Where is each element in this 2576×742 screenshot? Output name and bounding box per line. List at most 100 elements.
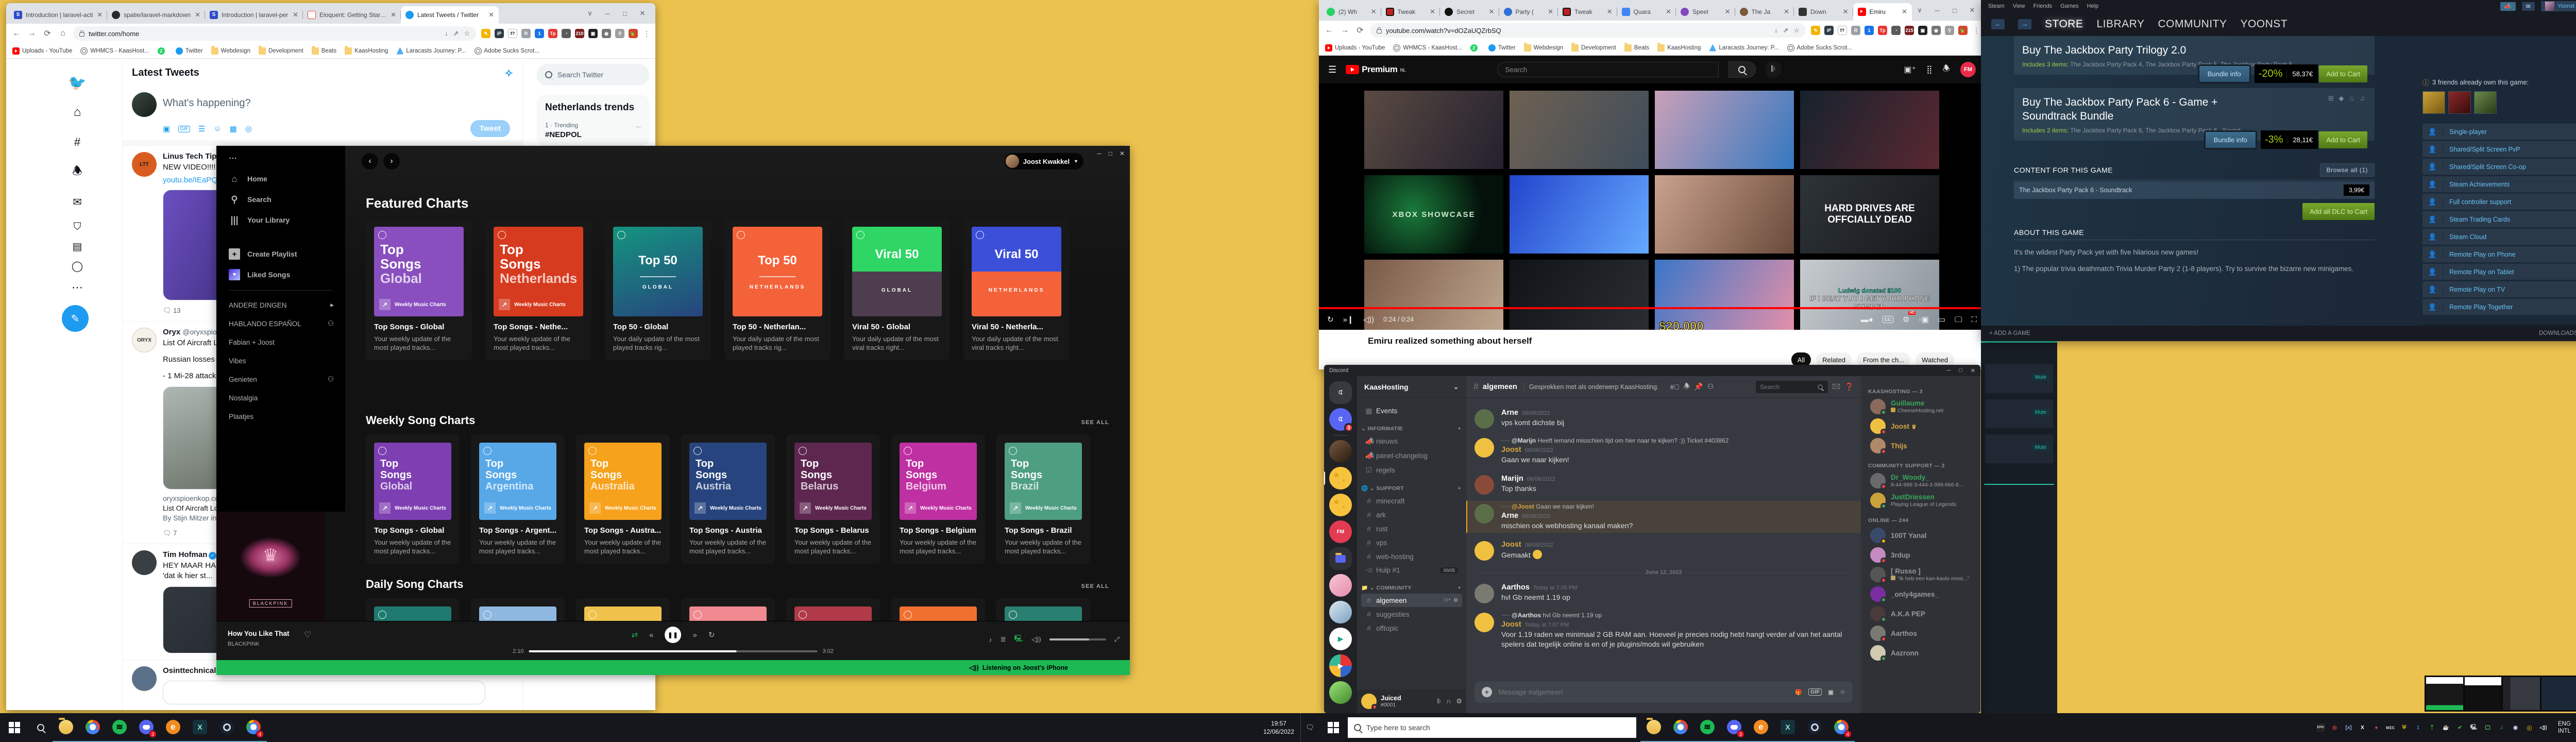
extension-icon[interactable]: ⚲ xyxy=(1945,26,1954,35)
messages-icon[interactable]: ✉ xyxy=(64,192,91,212)
bookmark-item[interactable]: Twitter xyxy=(176,47,203,55)
youtube-search-input[interactable]: Search xyxy=(1497,62,1719,77)
tray-icon-8[interactable]: ᛉ xyxy=(2428,723,2436,732)
spotify-nav-item[interactable]: ⌂ Home xyxy=(229,168,345,189)
discord-search-input[interactable]: Search xyxy=(1756,381,1828,393)
next-icon[interactable]: » xyxy=(693,631,697,639)
reply-action[interactable]: 🗨 13 xyxy=(163,307,181,315)
threads-icon[interactable]: #⃞ xyxy=(1670,383,1679,391)
notifications-icon[interactable]: 🕭 xyxy=(64,162,91,182)
browser-tab[interactable]: Tweak ✕ xyxy=(1558,3,1617,21)
spotify-playlist-item[interactable]: Plaatjes xyxy=(229,407,345,426)
spotify-playlist-item[interactable]: ANDERE DINGEN ▸ xyxy=(229,296,345,314)
member-row[interactable]: Aazronn xyxy=(1868,643,1976,663)
server-anime[interactable] xyxy=(1329,574,1352,597)
mute-button[interactable]: Mute xyxy=(2031,409,2050,416)
captions-icon[interactable]: CC xyxy=(1883,316,1893,323)
taskbar-app-steam[interactable] xyxy=(1801,713,1828,742)
discord-message[interactable]: Joost06/06/2022 Gemaakt xyxy=(1466,538,1861,562)
bundle-info-button[interactable]: Bundle info xyxy=(2199,66,2249,82)
spotify-user-menu[interactable]: Joost Kwakkel ▼ xyxy=(1005,153,1083,170)
cast-icon[interactable]: 🖵 xyxy=(1955,315,1962,324)
bookmark-item[interactable]: Beats xyxy=(1624,44,1649,52)
steam-feature-row[interactable]: 👤 Remote Play on TV xyxy=(2422,281,2576,297)
spotify-chart-card[interactable]: TopSongsAustralia↗Weekly Music Charts To… xyxy=(576,434,670,564)
message-author[interactable]: Aarthos xyxy=(1501,583,1530,592)
menu-kebab-icon[interactable]: ⋮ xyxy=(643,29,650,38)
add-all-dlc-button[interactable]: Add all DLC to Cart xyxy=(2302,203,2375,220)
tray-icon-13[interactable]: ♫ xyxy=(2497,723,2506,732)
tweet-author[interactable]: Osinttechnical xyxy=(163,666,216,675)
tab-close-icon[interactable]: ✕ xyxy=(293,11,298,19)
endscreen-thumbnail[interactable]: XBOX SHOWCASE xyxy=(1364,175,1503,254)
autoplay-toggle[interactable]: ▬● xyxy=(1861,315,1873,324)
reload-icon[interactable]: ⟳ xyxy=(42,28,53,39)
spotify-chart-card[interactable]: TopSongsNetherlands↗Weekly Music Charts … xyxy=(485,218,591,360)
message-author[interactable]: Joost xyxy=(1501,541,1521,549)
extension-icon[interactable]: 🦜 xyxy=(629,29,638,38)
taskbar-app-e-app[interactable] xyxy=(1748,713,1774,742)
add-channel-icon[interactable]: + xyxy=(1458,585,1461,591)
tray-icon-12[interactable]: 🖵 xyxy=(2483,723,2492,732)
nav-forward-icon[interactable]: › xyxy=(383,153,400,170)
notifications-icon[interactable]: 🕭 xyxy=(1684,381,1690,393)
tab-close-icon[interactable]: ✕ xyxy=(1843,8,1849,16)
taskbar-clock[interactable]: 19:5712/06/2022 xyxy=(1263,719,1294,736)
bookmark-item[interactable]: Uploads - YouTube xyxy=(1325,44,1385,52)
endscreen-thumbnail[interactable] xyxy=(1800,91,1939,169)
spotify-chart-card[interactable]: TopSongsArgentina↗Weekly Music Charts To… xyxy=(471,434,565,564)
location-icon[interactable]: ◎ xyxy=(245,124,252,133)
channel-settings-icon[interactable]: ⚙ xyxy=(1453,598,1458,603)
browser-tab[interactable]: (2) Wh ✕ xyxy=(1322,3,1381,21)
invite-icon[interactable]: ⚇⁺ xyxy=(1444,598,1451,603)
browser-tab[interactable]: Party ( ✕ xyxy=(1499,3,1558,21)
spotify-playlist-item[interactable]: HABLANDO ESPAÑOL ⚇ xyxy=(229,314,345,333)
tray-icon-10[interactable]: ✔ xyxy=(2455,723,2464,732)
back-button[interactable]: ← xyxy=(1991,19,2005,29)
channel-topic[interactable]: Gesprekken met als onderwerp KaasHosting… xyxy=(1523,383,1659,391)
fullscreen-icon[interactable]: ⛶ xyxy=(1971,315,1977,324)
member-row[interactable]: Guillaume CheeseHosting.net xyxy=(1868,397,1976,416)
extension-icon[interactable]: 🦜 xyxy=(1958,26,1968,35)
replay-icon[interactable]: ↻ xyxy=(1327,315,1334,324)
spotify-create-playlist[interactable]: +Create Playlist xyxy=(229,244,345,264)
extension-icon[interactable]: R xyxy=(1851,26,1860,35)
youtube-premium-logo[interactable]: Premium NL xyxy=(1346,64,1405,75)
tray-icon-3[interactable]: X xyxy=(2358,723,2367,732)
share-icon[interactable]: ⇗ xyxy=(453,29,459,38)
star-icon[interactable]: ☆ xyxy=(464,29,470,38)
bookmark-item[interactable]: Beats xyxy=(312,47,336,55)
tray-icon-6[interactable]: ⛨ xyxy=(2400,723,2409,732)
extension-icon[interactable]: ▣ xyxy=(1918,26,1927,35)
bookmark-item[interactable]: Webdesign xyxy=(1524,44,1563,52)
mic-icon[interactable]: 𝄆 xyxy=(1438,697,1441,705)
spotify-playlist-item[interactable]: Nostalgia xyxy=(229,389,345,407)
tray-icon-2[interactable]: [x] xyxy=(2344,723,2353,732)
browser-tab[interactable]: Tweak ✕ xyxy=(1381,3,1440,21)
mute-button[interactable]: Mute xyxy=(2031,374,2050,381)
endscreen-thumbnail[interactable] xyxy=(1364,91,1503,169)
add-to-cart-button[interactable]: Add to Cart xyxy=(2319,131,2367,148)
star-icon[interactable]: ☆ xyxy=(1793,26,1800,35)
bookmark-item[interactable]: WHMCS - KaasHost... xyxy=(1393,44,1462,52)
taskbar-app-x-app[interactable] xyxy=(1774,713,1801,742)
bookmark-item[interactable]: Adobe Sucks Scrot... xyxy=(474,47,539,55)
tweet-author[interactable]: Oryx xyxy=(163,328,180,336)
spotify-chart-card[interactable]: Viral 50NETHERLANDS Viral 50 - Netherla.… xyxy=(963,218,1070,360)
browser-tab[interactable]: Latest Tweets / Twitter ✕ xyxy=(401,6,499,24)
member-row[interactable]: Thijs xyxy=(1868,436,1976,456)
discord-message[interactable]: @Joost Gaan we naar kijken! Arne06/06/20… xyxy=(1466,501,1861,533)
spotify-nav-item[interactable]: ||| Your Library xyxy=(229,210,345,230)
notifications-icon[interactable]: 🕭 xyxy=(1943,63,1950,77)
fullscreen-icon[interactable]: ⤢ xyxy=(1114,635,1120,644)
steam-feature-row[interactable]: 👤 Remote Play Together xyxy=(2422,299,2576,315)
tray-icon-7[interactable]: 1 xyxy=(2414,723,2422,732)
taskbar-app-steam[interactable] xyxy=(213,713,240,742)
explore-icon[interactable]: # xyxy=(64,132,91,153)
member-row[interactable]: Aarthos xyxy=(1868,623,1976,643)
tab-close-icon[interactable]: ✕ xyxy=(1666,8,1671,16)
server-npo[interactable]: ▶ xyxy=(1329,628,1352,650)
member-row[interactable]: Dr_Woody_ 9-44-999 3-444-3 999-666-8... xyxy=(1868,471,1976,491)
add-a-game-button[interactable]: + ADD A GAME xyxy=(1989,330,2030,336)
miniplayer-icon[interactable]: ▫▣ xyxy=(1919,315,1929,324)
